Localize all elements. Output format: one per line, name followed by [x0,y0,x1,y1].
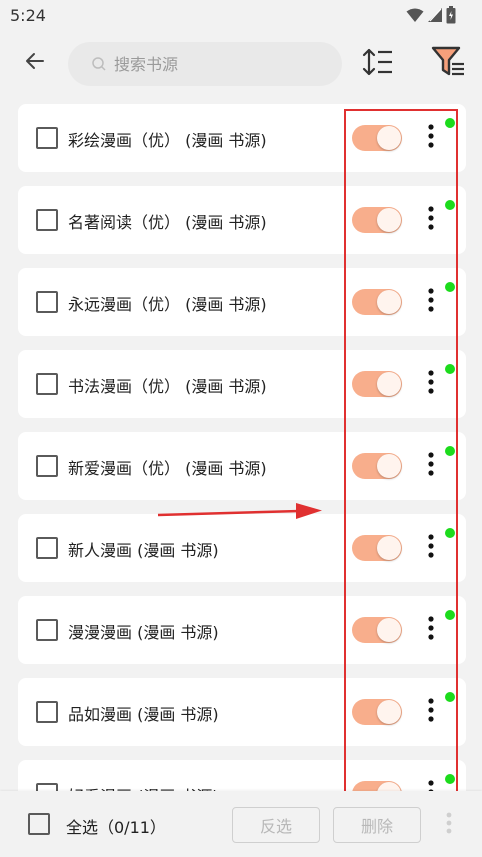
source-checkbox[interactable] [36,209,58,231]
source-checkbox[interactable] [36,291,58,313]
source-checkbox[interactable] [36,373,58,395]
source-enable-toggle[interactable] [352,699,402,725]
search-box[interactable] [68,42,342,86]
sort-icon [362,47,394,81]
enabled-status-dot [445,118,455,128]
more-vertical-icon [428,206,434,234]
more-vertical-icon [428,452,434,480]
invert-selection-button[interactable]: 反选 [232,807,320,843]
source-checkbox[interactable] [36,701,58,723]
source-checkbox[interactable] [36,783,58,791]
filter-button[interactable] [428,44,468,84]
more-options-button[interactable] [422,124,440,152]
source-enable-toggle[interactable] [352,535,402,561]
delete-button[interactable]: 删除 [333,807,421,843]
source-item[interactable]: 品如漫画 (漫画 书源) [18,678,466,746]
back-button[interactable] [18,46,52,80]
source-name: 彩绘漫画（优） (漫画 书源) [68,131,267,150]
screen: 5:24 搜索书源 彩绘漫画（优） (漫画 书源) 名著阅读（优） (漫画 书源… [0,0,482,857]
source-checkbox[interactable] [36,537,58,559]
toggle-knob [377,126,401,150]
toggle-knob [377,372,401,396]
toggle-knob [377,782,401,791]
source-enable-toggle[interactable] [352,125,402,151]
more-options-button[interactable] [422,698,440,726]
top-app-bar [0,32,482,96]
source-enable-toggle[interactable] [352,371,402,397]
bottom-action-bar: 全选（0/11） 反选 删除 [0,791,482,857]
source-enable-toggle[interactable] [352,617,402,643]
more-vertical-icon [428,616,434,644]
toggle-knob [377,618,401,642]
status-bar: 5:24 [0,0,482,32]
source-item[interactable]: 新人漫画 (漫画 书源) [18,514,466,582]
enabled-status-dot [445,282,455,292]
more-vertical-icon [428,534,434,562]
status-icons [406,6,456,28]
source-item[interactable]: 名著阅读（优） (漫画 书源) [18,186,466,254]
enabled-status-dot [445,774,455,784]
select-all-checkbox[interactable] [28,813,50,835]
more-options-button[interactable] [422,370,440,398]
sort-button[interactable] [358,46,398,82]
toggle-knob [377,290,401,314]
enabled-status-dot [445,610,455,620]
toggle-knob [377,536,401,560]
select-all-label[interactable]: 全选（0/11） [66,814,166,838]
source-name: 书法漫画（优） (漫画 书源) [68,377,267,396]
enabled-status-dot [445,200,455,210]
more-vertical-icon [428,780,434,791]
more-vertical-icon [446,812,452,838]
source-name: 永远漫画（优） (漫画 书源) [68,295,267,314]
more-options-button[interactable] [422,206,440,234]
status-time: 5:24 [10,6,46,25]
source-checkbox[interactable] [36,127,58,149]
source-item[interactable]: 漫漫漫画 (漫画 书源) [18,596,466,664]
source-name: 新爱漫画（优） (漫画 书源) [68,459,267,478]
more-options-button[interactable] [422,288,440,316]
source-enable-toggle[interactable] [352,289,402,315]
more-vertical-icon [428,288,434,316]
more-vertical-icon [428,124,434,152]
arrow-left-icon [23,49,47,77]
signal-icon [428,7,442,27]
source-enable-toggle[interactable] [352,453,402,479]
source-enable-toggle[interactable] [352,207,402,233]
battery-icon [446,6,456,28]
toggle-knob [377,700,401,724]
source-checkbox[interactable] [36,455,58,477]
search-icon [90,55,108,73]
source-name: 漫漫漫画 (漫画 书源) [68,623,219,642]
source-item[interactable]: 好看漫画 (漫画 书源) [18,760,466,791]
source-list: 彩绘漫画（优） (漫画 书源) 名著阅读（优） (漫画 书源) 永远漫画（优） … [0,96,482,791]
filter-icon [431,45,465,83]
more-options-button[interactable] [422,616,440,644]
source-item[interactable]: 彩绘漫画（优） (漫画 书源) [18,104,466,172]
toggle-knob [377,454,401,478]
source-name: 好看漫画 (漫画 书源) [68,783,219,791]
enabled-status-dot [445,446,455,456]
more-vertical-icon [428,370,434,398]
enabled-status-dot [445,364,455,374]
toggle-knob [377,208,401,232]
source-name: 新人漫画 (漫画 书源) [68,541,219,560]
more-vertical-icon [428,698,434,726]
source-item[interactable]: 书法漫画（优） (漫画 书源) [18,350,466,418]
source-item[interactable]: 永远漫画（优） (漫画 书源) [18,268,466,336]
source-enable-toggle[interactable] [352,781,402,791]
enabled-status-dot [445,692,455,702]
search-input[interactable] [112,53,316,75]
more-options-button[interactable] [422,534,440,562]
more-options-button[interactable] [422,452,440,480]
source-checkbox[interactable] [36,619,58,641]
enabled-status-dot [445,528,455,538]
source-item[interactable]: 新爱漫画（优） (漫画 书源) [18,432,466,500]
wifi-icon [406,7,424,27]
more-options-button[interactable] [422,780,440,791]
source-name: 名著阅读（优） (漫画 书源) [68,213,267,232]
source-name: 品如漫画 (漫画 书源) [68,705,219,724]
bottom-more-button[interactable] [442,812,456,838]
